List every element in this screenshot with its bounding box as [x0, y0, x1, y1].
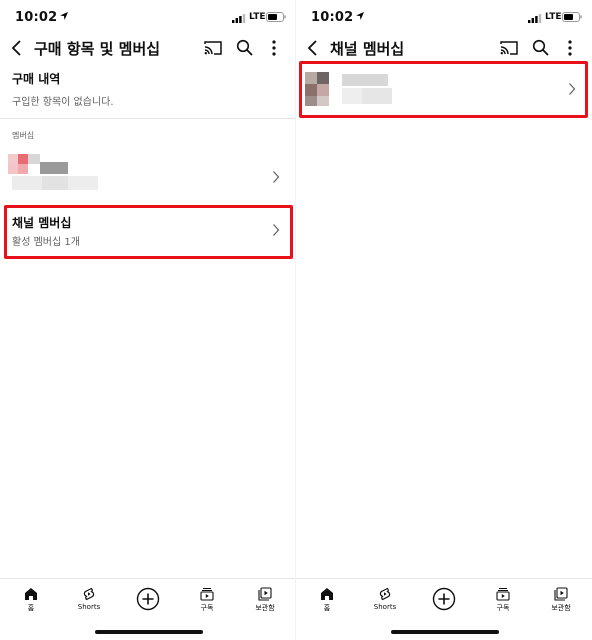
- blurred-membership-item[interactable]: [0, 148, 296, 200]
- nav-subscriptions[interactable]: 구독: [187, 579, 227, 613]
- back-arrow-icon[interactable]: [306, 38, 320, 58]
- app-header: 구매 항목 및 멤버십: [0, 34, 296, 62]
- nav-label: Shorts: [77, 603, 101, 611]
- shorts-icon: [379, 587, 391, 601]
- create-plus-icon: [136, 587, 160, 611]
- highlight-box: [4, 205, 293, 259]
- battery-icon: [562, 12, 582, 22]
- network-type: LTE: [545, 12, 562, 22]
- more-vert-icon[interactable]: [271, 39, 277, 57]
- cellular-signal-icon: [232, 14, 246, 23]
- shorts-icon: [83, 587, 95, 601]
- search-icon[interactable]: [532, 39, 549, 56]
- membership-section-label: 멤버십: [12, 131, 35, 140]
- nav-subscriptions[interactable]: 구독: [483, 579, 523, 613]
- purchase-history-subtitle: 구입한 항목이 없습니다.: [12, 97, 114, 108]
- location-arrow-icon: [60, 12, 68, 20]
- status-bar: 10:02 LTE: [296, 0, 592, 34]
- highlight-box: [299, 61, 588, 118]
- page-title: 구매 항목 및 멤버십: [34, 40, 161, 58]
- purchase-history-item[interactable]: 구매 내역 구입한 항목이 없습니다.: [12, 70, 296, 118]
- search-icon[interactable]: [236, 39, 253, 56]
- home-icon: [25, 588, 37, 600]
- nav-create[interactable]: [424, 579, 464, 611]
- app-header: 채널 멤버십: [296, 34, 592, 62]
- library-icon: [554, 587, 568, 601]
- nav-shorts[interactable]: Shorts: [365, 579, 405, 611]
- nav-home[interactable]: 홈: [307, 579, 347, 613]
- status-time: 10:02: [15, 10, 58, 25]
- purchase-history-title: 구매 내역: [12, 72, 61, 86]
- library-icon: [258, 587, 272, 601]
- nav-label: 홈: [27, 604, 35, 612]
- cast-icon[interactable]: [204, 40, 222, 56]
- page-title: 채널 멤버십: [330, 40, 405, 58]
- create-plus-icon: [432, 587, 456, 611]
- home-indicator[interactable]: [95, 630, 203, 634]
- location-arrow-icon: [356, 12, 364, 20]
- cast-icon[interactable]: [500, 40, 518, 56]
- back-arrow-icon[interactable]: [10, 38, 24, 58]
- nav-label: 구독: [200, 604, 214, 612]
- divider: [0, 118, 296, 119]
- battery-icon: [266, 12, 286, 22]
- left-screen: 10:02 LTE 구매 항목 및 멤버십 구매 내역 구입한 항목이 없습니다: [0, 0, 296, 640]
- more-vert-icon[interactable]: [567, 39, 573, 57]
- nav-label: 보관함: [255, 604, 275, 612]
- nav-create[interactable]: [128, 579, 168, 611]
- nav-shorts[interactable]: Shorts: [69, 579, 109, 611]
- right-screen: 10:02 LTE 채널 멤버십 홈 Shorts 구독 보관함: [296, 0, 592, 640]
- subscriptions-icon: [496, 588, 510, 601]
- nav-home[interactable]: 홈: [11, 579, 51, 613]
- subscriptions-icon: [200, 588, 214, 601]
- status-time: 10:02: [311, 10, 354, 25]
- nav-library[interactable]: 보관함: [245, 579, 285, 613]
- nav-label: Shorts: [373, 603, 397, 611]
- cellular-signal-icon: [528, 14, 542, 23]
- nav-label: 보관함: [551, 604, 571, 612]
- chevron-right-icon: [273, 171, 280, 183]
- home-indicator[interactable]: [391, 630, 499, 634]
- nav-label: 홈: [323, 604, 331, 612]
- network-type: LTE: [249, 12, 266, 22]
- nav-label: 구독: [496, 604, 510, 612]
- nav-library[interactable]: 보관함: [541, 579, 581, 613]
- home-icon: [321, 588, 333, 600]
- status-bar: 10:02 LTE: [0, 0, 296, 34]
